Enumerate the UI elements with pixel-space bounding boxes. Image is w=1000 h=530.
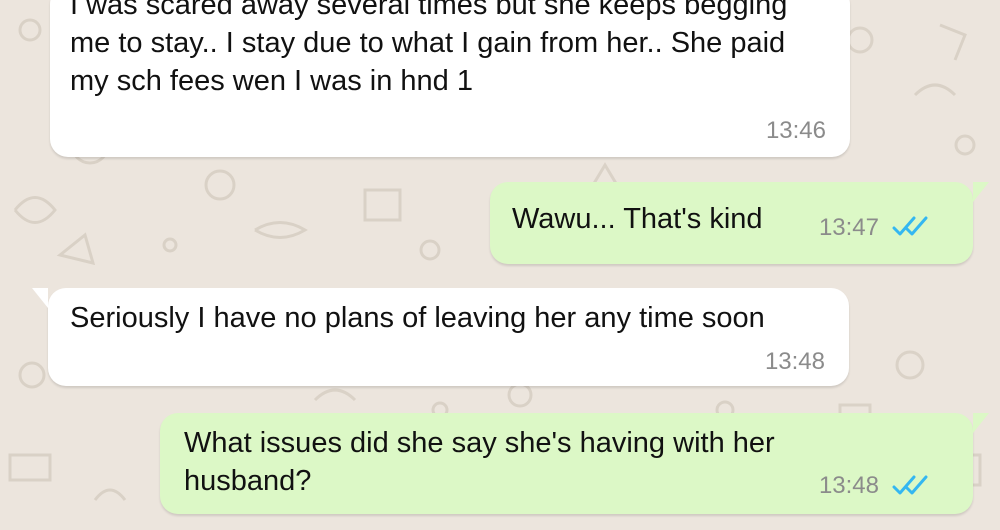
incoming-message-1[interactable]: I was scared away several times but she … — [50, 0, 850, 157]
message-text: I was scared away several times but she … — [70, 0, 788, 97]
message-text: Seriously I have no plans of leaving her… — [70, 302, 765, 334]
bubble-tail — [973, 182, 989, 202]
double-check-icon — [892, 474, 932, 498]
bubble-tail — [973, 413, 989, 433]
outgoing-message-2[interactable]: What issues did she say she's having wit… — [160, 413, 989, 514]
message-text: What issues did she say she's having wit… — [184, 427, 775, 497]
double-check-icon — [892, 215, 932, 239]
incoming-message-2[interactable]: Seriously I have no plans of leaving her… — [32, 288, 849, 386]
message-timestamp: 13:47 — [818, 214, 879, 241]
message-timestamp: 13:46 — [765, 117, 826, 144]
outgoing-message-1[interactable]: Wawu... That's kind 13:47 — [490, 182, 989, 264]
message-timestamp: 13:48 — [818, 472, 879, 499]
message-timestamp: 13:48 — [764, 348, 825, 375]
bubble-tail — [32, 288, 48, 308]
message-text: Wawu... That's kind — [512, 203, 763, 235]
